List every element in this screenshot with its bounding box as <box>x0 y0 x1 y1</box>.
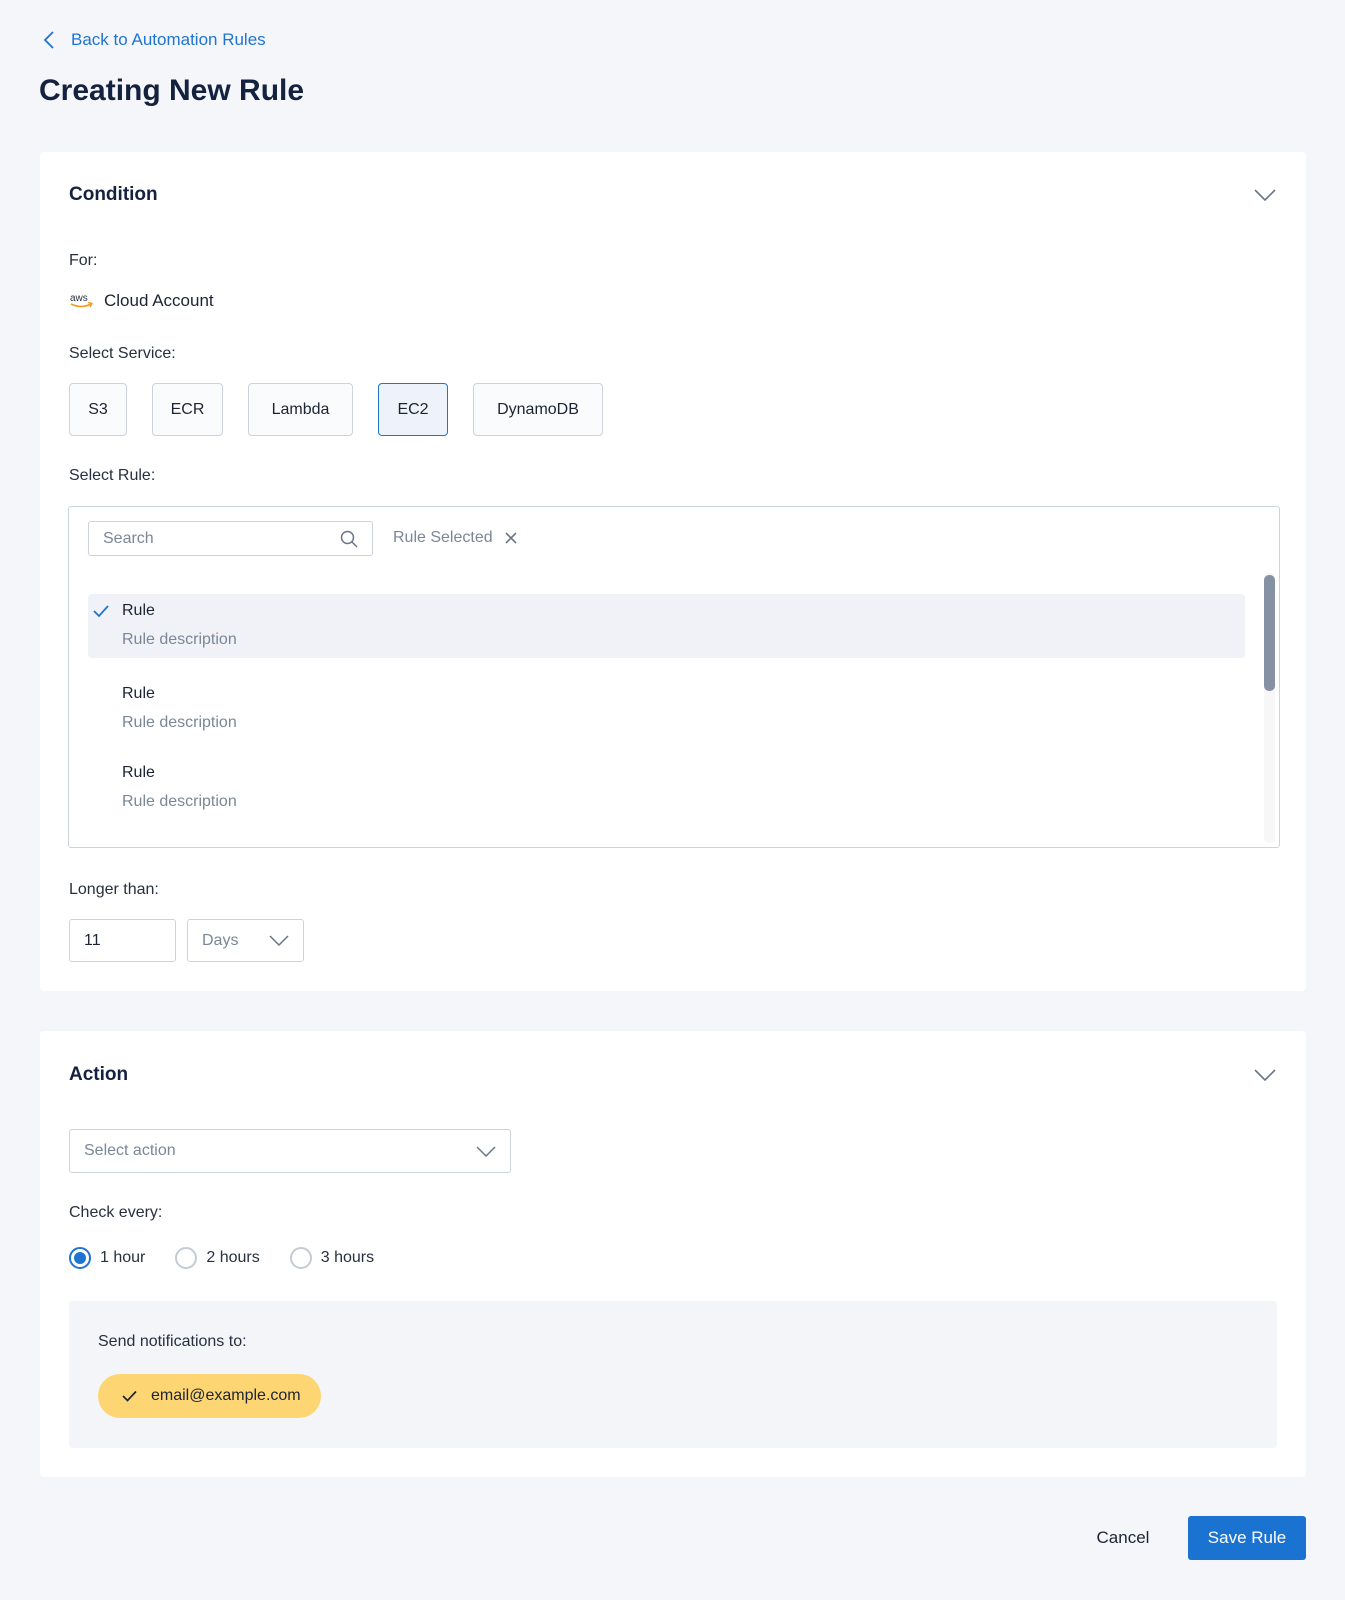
condition-card: Condition For: aws Cloud Account Select … <box>40 152 1306 991</box>
check-icon <box>93 605 109 618</box>
search-placeholder: Search <box>103 529 154 547</box>
radio-label: 1 hour <box>100 1249 146 1266</box>
rule-name: Rule <box>122 602 155 619</box>
check-icon <box>122 1390 137 1402</box>
save-rule-button[interactable]: Save Rule <box>1188 1516 1306 1560</box>
email-address: email@example.com <box>151 1387 301 1404</box>
radio-unselected-icon <box>289 1247 312 1269</box>
chevron-down-icon <box>1254 1069 1276 1082</box>
aws-logo-icon: aws <box>70 293 94 308</box>
for-label: For: <box>69 252 98 269</box>
rule-list-item[interactable]: Rule Rule description <box>88 756 1245 820</box>
action-title: Action <box>69 1064 129 1085</box>
radio-unselected-icon <box>175 1247 198 1269</box>
radio-1-hour[interactable]: 1 hour <box>69 1247 145 1269</box>
check-interval-radio-group: 1 hour 2 hours 3 hours <box>69 1247 404 1269</box>
service-button-lambda[interactable]: Lambda <box>248 383 353 436</box>
longer-than-input[interactable]: 11 <box>69 919 176 962</box>
chevron-down-icon <box>269 935 289 946</box>
rule-list-box: Search Rule Selected Rule Rule descripti… <box>68 506 1280 848</box>
chevron-left-icon <box>43 31 54 49</box>
service-button-dynamodb[interactable]: DynamoDB <box>473 383 603 436</box>
action-card: Action Select action Check every: 1 hour… <box>40 1031 1306 1477</box>
rule-search-input[interactable]: Search <box>88 521 373 556</box>
chevron-down-icon <box>1254 189 1276 202</box>
send-notifications-label: Send notifications to: <box>98 1333 247 1350</box>
collapse-condition-button[interactable] <box>1254 188 1276 206</box>
rule-description: Rule description <box>122 714 237 731</box>
page-title: Creating New Rule <box>39 74 305 107</box>
service-button-ecr[interactable]: ECR <box>152 383 223 436</box>
rule-description: Rule description <box>122 793 237 810</box>
longer-than-label: Longer than: <box>69 881 159 898</box>
check-every-label: Check every: <box>69 1204 163 1221</box>
scrollbar-thumb[interactable] <box>1264 575 1275 691</box>
radio-2-hours[interactable]: 2 hours <box>175 1247 260 1269</box>
cloud-account-name: Cloud Account <box>104 291 214 310</box>
collapse-action-button[interactable] <box>1254 1068 1276 1086</box>
radio-selected-icon <box>69 1247 91 1269</box>
rule-list-item[interactable]: Rule Rule description <box>88 677 1245 741</box>
rule-list-item[interactable]: Rule Rule description <box>88 594 1245 658</box>
condition-title: Condition <box>69 184 158 205</box>
select-service-label: Select Service: <box>69 345 176 362</box>
rule-name: Rule <box>122 685 155 702</box>
rule-selected-chip: Rule Selected <box>393 529 517 547</box>
select-action-placeholder: Select action <box>84 1142 176 1159</box>
select-rule-label: Select Rule: <box>69 467 156 484</box>
service-label: DynamoDB <box>497 400 579 418</box>
service-label: S3 <box>88 400 108 418</box>
rule-description: Rule description <box>122 631 237 648</box>
chevron-down-icon <box>476 1145 496 1157</box>
service-label: ECR <box>170 400 205 418</box>
back-link-label: Back to Automation Rules <box>71 30 266 49</box>
service-button-ec2[interactable]: EC2 <box>378 383 448 436</box>
service-label: Lambda <box>271 400 330 418</box>
cancel-button[interactable]: Cancel <box>1093 1516 1153 1560</box>
close-icon[interactable] <box>505 532 517 544</box>
longer-than-value: 11 <box>84 931 101 949</box>
radio-label: 3 hours <box>320 1249 375 1266</box>
email-chip[interactable]: email@example.com <box>98 1374 321 1418</box>
unit-selected-value: Days <box>202 931 239 949</box>
rule-selected-label: Rule Selected <box>393 529 493 546</box>
search-icon <box>340 530 358 548</box>
back-to-automation-rules-link[interactable]: Back to Automation Rules <box>43 30 266 50</box>
service-label: EC2 <box>397 400 429 418</box>
cloud-account: aws Cloud Account <box>69 291 214 311</box>
select-action-dropdown[interactable]: Select action <box>69 1129 511 1173</box>
radio-3-hours[interactable]: 3 hours <box>289 1247 375 1269</box>
radio-label: 2 hours <box>206 1249 260 1266</box>
unit-select[interactable]: Days <box>187 919 304 962</box>
svg-text:aws: aws <box>70 293 88 304</box>
notifications-panel: Send notifications to: email@example.com <box>69 1301 1277 1448</box>
service-button-s3[interactable]: S3 <box>69 383 127 436</box>
rule-name: Rule <box>122 764 155 781</box>
